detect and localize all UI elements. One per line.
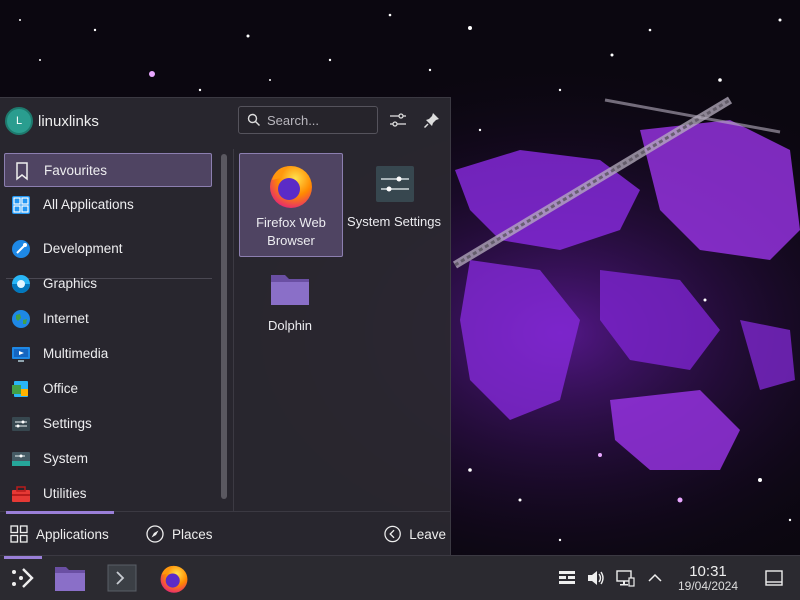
category-graphics[interactable]: Graphics [4, 267, 212, 301]
favourites-grid: Firefox Web Browser System Settings Dolp… [234, 149, 450, 511]
category-system[interactable]: System [4, 442, 212, 476]
tab-places[interactable]: Places [142, 512, 222, 556]
utilities-toolbox-icon [12, 486, 30, 502]
user-avatar[interactable]: L [5, 107, 33, 135]
clock-time[interactable]: 10:31 [674, 563, 742, 580]
category-internet[interactable]: Internet [4, 302, 212, 336]
app-firefox[interactable]: Firefox Web Browser [239, 153, 343, 257]
system-icon [12, 452, 30, 466]
pin-icon [423, 113, 439, 129]
chevron-up-icon[interactable] [645, 568, 665, 588]
category-development[interactable]: Development [4, 232, 212, 266]
category-list: Favourites All Applications Development [0, 149, 216, 511]
application-launcher-menu: L linuxlinks Search... Favourites All Ap… [0, 97, 451, 555]
search-icon [247, 113, 260, 126]
tab-applications[interactable]: Applications [6, 511, 114, 556]
network-icon[interactable] [615, 568, 635, 588]
multimedia-icon [12, 347, 30, 362]
sliders-icon [390, 113, 406, 127]
application-launcher-icon [12, 568, 34, 588]
taskbar-konsole-button[interactable] [104, 560, 140, 596]
category-label: Settings [43, 416, 92, 431]
username-label: linuxlinks [38, 113, 99, 130]
launcher-footer: Applications Places Leave [0, 511, 451, 556]
category-label: Multimedia [43, 346, 109, 361]
pin-button[interactable] [420, 108, 444, 132]
dolphin-folder-icon [55, 567, 85, 591]
firefox-icon [270, 166, 312, 208]
app-system-settings[interactable]: System Settings [343, 153, 447, 257]
app-dolphin[interactable]: Dolphin [239, 257, 343, 361]
search-input[interactable] [267, 112, 372, 128]
category-label: All Applications [43, 197, 134, 212]
category-favourites[interactable]: Favourites [4, 153, 212, 187]
dolphin-folder-icon [271, 275, 309, 305]
tab-label: Places [172, 526, 213, 542]
volume-icon[interactable] [586, 568, 606, 588]
bookmark-icon [16, 162, 28, 181]
system-settings-icon [376, 166, 414, 202]
app-label: Dolphin [267, 318, 313, 333]
grid-icon [12, 196, 30, 214]
graphics-icon [12, 275, 30, 293]
leave-arrow-icon [384, 525, 401, 543]
clipboard-icon[interactable] [557, 568, 577, 588]
internet-globe-icon [12, 310, 30, 328]
app-label: System Settings [347, 214, 441, 229]
development-icon [12, 240, 30, 258]
category-all-applications[interactable]: All Applications [4, 188, 212, 222]
launcher-header: L linuxlinks [0, 98, 451, 146]
leave-button[interactable]: Leave [384, 512, 446, 556]
app-label: Firefox Web Browser [256, 215, 326, 248]
konsole-terminal-icon [107, 564, 137, 592]
tab-label: Leave [409, 526, 446, 542]
category-label: Development [43, 241, 123, 256]
taskbar-firefox-button[interactable] [156, 560, 192, 596]
category-office[interactable]: Office [4, 372, 212, 406]
show-desktop-icon[interactable] [764, 568, 784, 588]
category-multimedia[interactable]: Multimedia [4, 337, 212, 371]
settings-icon [12, 417, 30, 431]
application-launcher-button[interactable] [4, 556, 42, 596]
category-label: Internet [43, 311, 89, 326]
category-label: Office [43, 381, 79, 396]
clock-date[interactable]: 19/04/2024 [670, 579, 746, 593]
grid-icon [10, 525, 28, 543]
category-label: Favourites [44, 163, 108, 178]
category-label: System [43, 451, 89, 466]
firefox-icon [160, 565, 188, 593]
category-settings[interactable]: Settings [4, 407, 212, 441]
category-utilities[interactable]: Utilities [4, 477, 212, 511]
category-label: Graphics [43, 276, 98, 291]
search-field[interactable] [238, 106, 378, 134]
compass-icon [146, 525, 164, 543]
office-icon [12, 381, 28, 397]
category-scrollbar[interactable] [221, 154, 227, 499]
taskbar-dolphin-button[interactable] [52, 560, 88, 596]
configure-button[interactable] [386, 108, 410, 132]
category-label: Utilities [43, 486, 87, 501]
tab-label: Applications [36, 526, 109, 542]
